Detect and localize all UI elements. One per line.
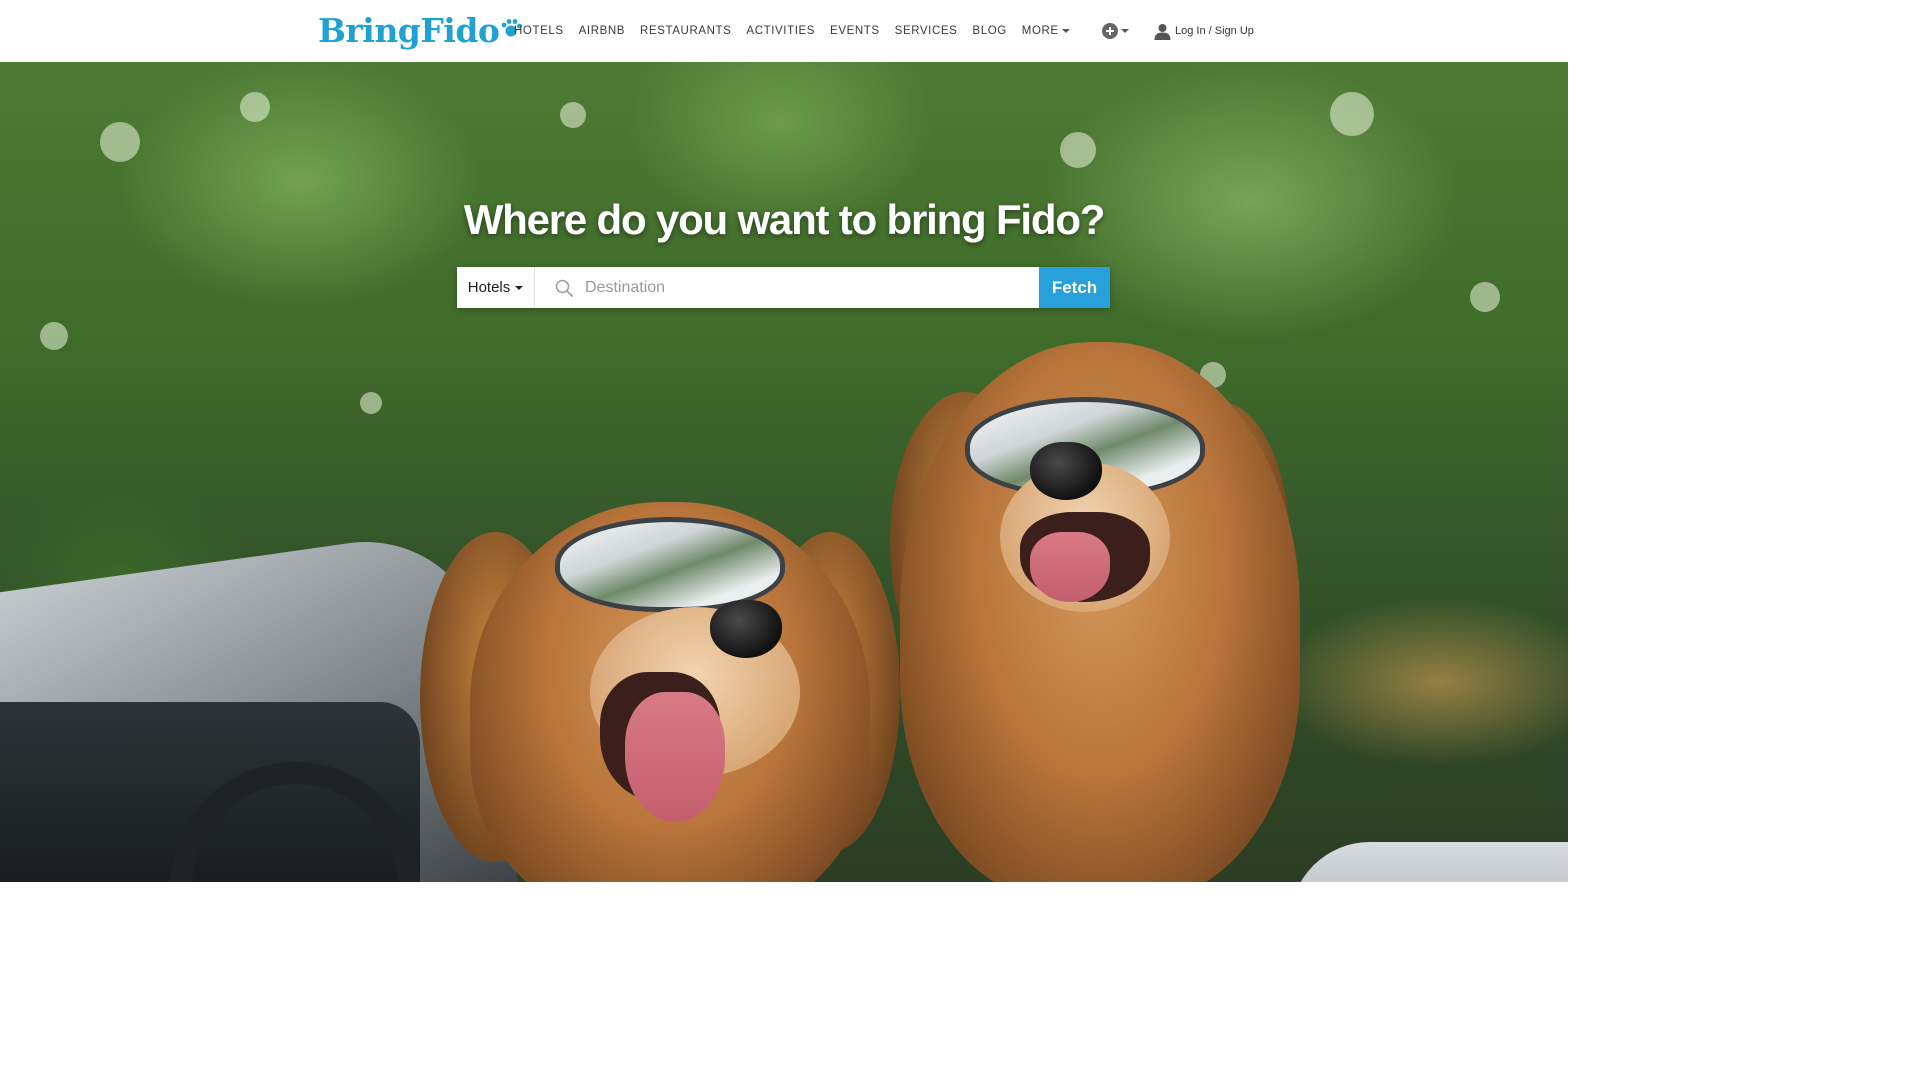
search-type-dropdown[interactable]: Hotels [457, 267, 535, 308]
nav-item-more[interactable]: MORE [1022, 25, 1070, 37]
nav-item-events[interactable]: EVENTS [830, 25, 880, 37]
chevron-down-icon [1061, 29, 1070, 33]
bokeh-light [360, 392, 382, 414]
dog-goggles [555, 517, 785, 612]
add-listing-menu[interactable] [1102, 22, 1129, 40]
destination-field-wrapper [535, 267, 1039, 308]
search-icon [555, 279, 573, 297]
login-label: Log In / Sign Up [1175, 25, 1254, 37]
bokeh-light [40, 322, 68, 350]
dog-nose [710, 600, 782, 658]
bokeh-light [240, 92, 270, 122]
dog-tongue [625, 692, 725, 822]
bokeh-light [100, 122, 140, 162]
car-seat [1290, 842, 1568, 882]
fetch-button[interactable]: Fetch [1039, 267, 1110, 308]
dog-tongue [1030, 532, 1110, 602]
bringfido-logo[interactable]: BringFido [318, 8, 523, 52]
hero-title: Where do you want to bring Fido? [463, 196, 1106, 243]
logo-text: BringFido [318, 10, 500, 50]
destination-search-form: Hotels Fetch [457, 267, 1110, 308]
dog-nose [1030, 442, 1102, 500]
nav-item-hotels[interactable]: HOTELS [514, 25, 564, 37]
nav-item-services[interactable]: SERVICES [895, 25, 958, 37]
nav-item-blog[interactable]: BLOG [972, 25, 1006, 37]
bokeh-light [1470, 282, 1500, 312]
top-navigation: BringFido HOTELS AIRBNB RESTAURANTS ACTI… [0, 0, 1568, 62]
bokeh-light [1330, 92, 1374, 136]
plus-circle-icon [1102, 23, 1118, 39]
login-signup-link[interactable]: Log In / Sign Up [1154, 21, 1254, 41]
chevron-down-icon [515, 285, 524, 290]
nav-item-airbnb[interactable]: AIRBNB [579, 25, 625, 37]
destination-input[interactable] [583, 268, 1039, 307]
bokeh-light [1060, 132, 1096, 168]
hero-section: Where do you want to bring Fido? Hotels … [0, 62, 1568, 882]
main-nav: HOTELS AIRBNB RESTAURANTS ACTIVITIES EVE… [514, 0, 1085, 62]
nav-item-restaurants[interactable]: RESTAURANTS [640, 25, 731, 37]
nav-more-label: MORE [1021, 25, 1059, 37]
search-type-selected: Hotels [467, 279, 511, 296]
bokeh-light [560, 102, 586, 128]
nav-item-activities[interactable]: ACTIVITIES [746, 25, 815, 37]
user-icon [1154, 23, 1171, 40]
chevron-down-icon [1121, 29, 1129, 33]
